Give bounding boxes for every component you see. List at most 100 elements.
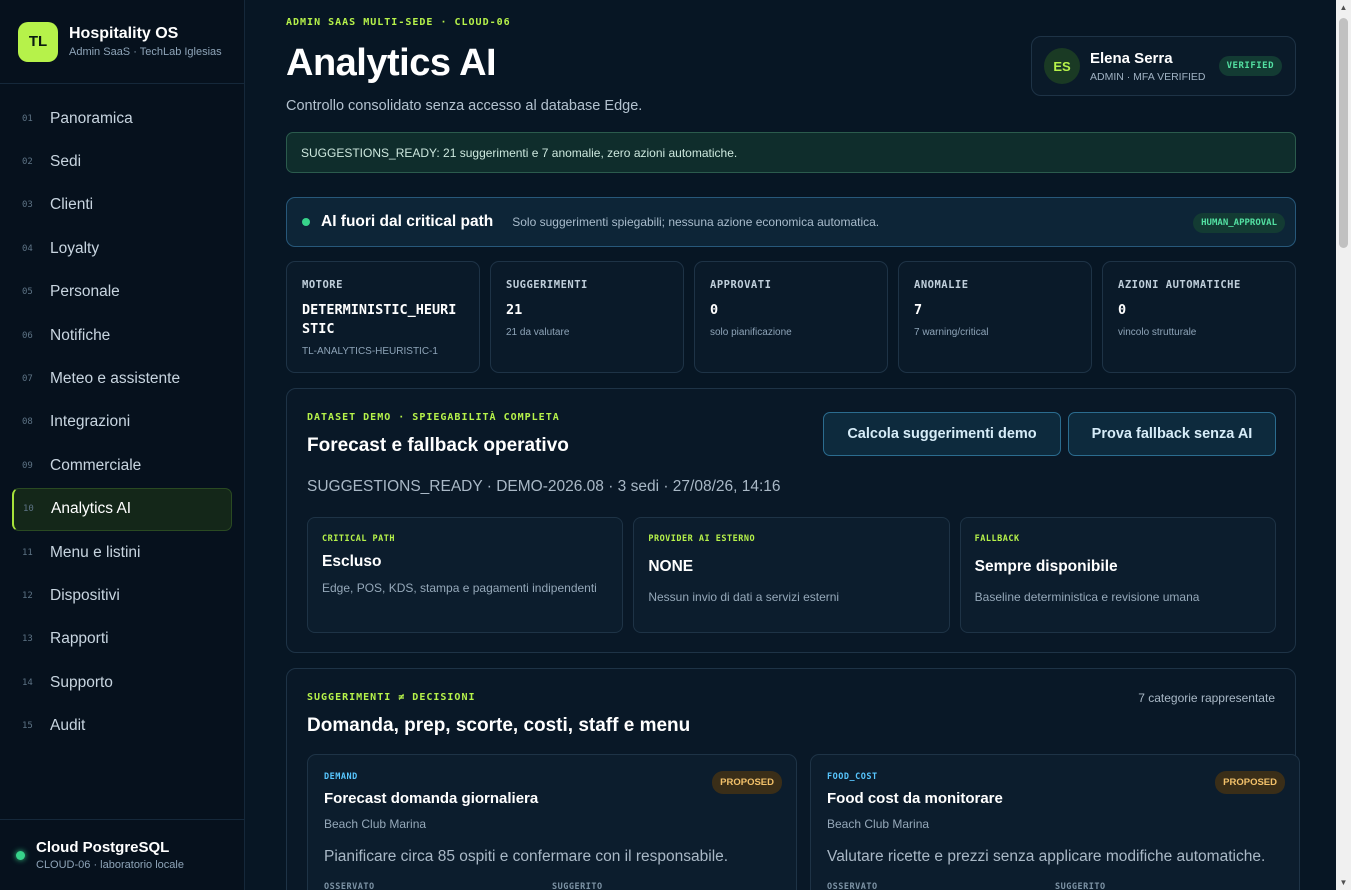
- nav-number: 07: [22, 374, 33, 385]
- avatar: ES: [1044, 48, 1080, 84]
- kpi-hint: 21 da valutare: [506, 327, 570, 338]
- brand: TL Hospitality OS Admin SaaS · TechLab I…: [0, 0, 244, 84]
- sidebar-item-label: Meteo e assistente: [50, 370, 181, 388]
- sidebar-item-personale[interactable]: 05 Personale: [12, 271, 232, 314]
- kpi-card-suggerimenti: SUGGERIMENTI 21 21 da valutare: [490, 261, 684, 373]
- kpi-value: 21: [506, 302, 523, 318]
- sidebar-item-label: Audit: [50, 717, 86, 735]
- sidebar-item-dispositivi[interactable]: 12 Dispositivi: [12, 574, 232, 617]
- suggestion-description: Valutare ricette e prezzi senza applicar…: [827, 848, 1266, 865]
- observed-label: OSSERVATO: [827, 882, 878, 890]
- calculate-suggestions-button[interactable]: Calcola suggerimenti demo: [823, 412, 1061, 456]
- verified-badge: VERIFIED: [1218, 56, 1282, 76]
- dataset-panel: DATASET DEMO · SPIEGABILITÀ COMPLETA For…: [286, 388, 1296, 653]
- suggestion-card[interactable]: FOOD_COST PROPOSED Food cost da monitora…: [810, 754, 1300, 890]
- kpi-label: APPROVATI: [710, 279, 772, 291]
- nav-number: 15: [22, 721, 33, 732]
- card-value: Escluso: [322, 553, 382, 570]
- scroll-down-icon[interactable]: ▼: [1336, 875, 1351, 890]
- suggestion-site: Beach Club Marina: [827, 817, 930, 831]
- observed-label: OSSERVATO: [324, 882, 375, 890]
- kpi-row: MOTORE DETERMINISTIC_HEURISTIC TL-ANALYT…: [286, 261, 1296, 373]
- scrollbar-thumb[interactable]: [1339, 18, 1348, 248]
- nav-number: 09: [22, 460, 33, 471]
- user-card[interactable]: ES Elena Serra ADMIN · MFA VERIFIED VERI…: [1031, 36, 1296, 96]
- status-dot-icon: [16, 850, 25, 860]
- kpi-card-azioni-automatiche: AZIONI AUTOMATICHE 0 vincolo strutturale: [1102, 261, 1296, 373]
- kpi-hint: vincolo strutturale: [1118, 327, 1197, 338]
- fallback-card: FALLBACK Sempre disponibile Baseline det…: [959, 517, 1276, 633]
- nav-number: 03: [22, 200, 33, 211]
- sidebar-item-meteo[interactable]: 07 Meteo e assistente: [12, 357, 232, 400]
- sidebar-item-analytics-ai[interactable]: 10 Analytics AI: [12, 487, 232, 531]
- brand-logo: TL: [18, 21, 58, 62]
- sidebar-item-label: Integrazioni: [50, 413, 131, 431]
- sidebar-item-rapporti[interactable]: 13 Rapporti: [12, 618, 232, 661]
- suggestion-site: Beach Club Marina: [324, 817, 427, 831]
- page-eyebrow: ADMIN SAAS MULTI-SEDE · CLOUD-06: [286, 17, 511, 28]
- sidebar-item-loyalty[interactable]: 04 Loyalty: [12, 227, 232, 270]
- dataset-title: Forecast e fallback operativo: [307, 435, 569, 456]
- kpi-label: AZIONI AUTOMATICHE: [1118, 279, 1241, 291]
- sidebar-item-commerciale[interactable]: 09 Commerciale: [12, 444, 232, 487]
- status-badge: PROPOSED: [712, 771, 782, 794]
- sidebar-item-clienti[interactable]: 03 Clienti: [12, 184, 232, 227]
- footer-subtitle: CLOUD-06 · laboratorio locale: [36, 859, 184, 871]
- brand-title: Hospitality OS: [69, 25, 179, 42]
- nav-number: 10: [23, 504, 34, 515]
- vertical-scrollbar[interactable]: ▲ ▼: [1336, 0, 1351, 890]
- sidebar-item-label: Clienti: [50, 196, 94, 214]
- sidebar-item-label: Panoramica: [50, 109, 133, 127]
- sidebar-item-label: Loyalty: [50, 239, 100, 257]
- kpi-hint: solo pianificazione: [710, 327, 792, 338]
- sidebar-item-label: Analytics AI: [51, 500, 132, 518]
- status-badge: PROPOSED: [1215, 771, 1285, 794]
- ai-banner: AI fuori dal critical path Solo suggerim…: [286, 197, 1296, 247]
- status-dot-icon: [302, 218, 310, 226]
- dataset-eyebrow: DATASET DEMO · SPIEGABILITÀ COMPLETA: [307, 412, 560, 423]
- suggestion-card[interactable]: DEMAND PROPOSED Forecast domanda giornal…: [307, 754, 797, 890]
- card-description: Nessun invio di dati a servizi esterni: [648, 590, 840, 604]
- sidebar: TL Hospitality OS Admin SaaS · TechLab I…: [0, 0, 245, 890]
- provider-card: PROVIDER AI ESTERNO NONE Nessun invio di…: [633, 517, 950, 633]
- kpi-value: DETERMINISTIC_HEURISTIC: [302, 302, 457, 337]
- sidebar-item-menu[interactable]: 11 Menu e listini: [12, 531, 232, 574]
- sidebar-item-notifiche[interactable]: 06 Notifiche: [12, 314, 232, 357]
- suggestions-panel: SUGGERIMENTI ≠ DECISIONI Domanda, prep, …: [286, 668, 1300, 890]
- try-fallback-button[interactable]: Prova fallback senza AI: [1068, 412, 1276, 456]
- kpi-hint: TL-ANALYTICS-HEURISTIC-1: [302, 346, 438, 357]
- sidebar-item-integrazioni[interactable]: 08 Integrazioni: [12, 401, 232, 444]
- kpi-hint: 7 warning/critical: [914, 327, 989, 338]
- suggestion-columns: OSSERVATO SUGGERITO: [324, 882, 780, 890]
- nav-number: 13: [22, 634, 33, 645]
- footer-title: Cloud PostgreSQL: [36, 839, 170, 856]
- kpi-label: SUGGERIMENTI: [506, 279, 588, 291]
- kpi-value: 0: [1118, 302, 1127, 318]
- sidebar-item-panoramica[interactable]: 01 Panoramica: [12, 97, 232, 140]
- nav-number: 08: [22, 417, 33, 428]
- user-name: Elena Serra: [1090, 49, 1173, 67]
- user-role: ADMIN · MFA VERIFIED: [1090, 70, 1206, 83]
- suggestions-eyebrow: SUGGERIMENTI ≠ DECISIONI: [307, 692, 476, 703]
- nav-number: 11: [22, 547, 33, 558]
- main-content: ADMIN SAAS MULTI-SEDE · CLOUD-06 Analyti…: [286, 0, 1300, 890]
- suggestion-title: Forecast domanda giornaliera: [324, 790, 539, 807]
- status-alert: SUGGESTIONS_READY: 21 suggerimenti e 7 a…: [286, 132, 1296, 173]
- card-value: NONE: [648, 558, 694, 575]
- sidebar-item-label: Notifiche: [50, 326, 111, 344]
- critical-path-card: CRITICAL PATH Escluso Edge, POS, KDS, st…: [307, 517, 624, 633]
- card-label: FALLBACK: [974, 534, 1020, 544]
- brand-subtitle: Admin SaaS · TechLab Iglesias: [69, 46, 222, 58]
- dataset-cards: CRITICAL PATH Escluso Edge, POS, KDS, st…: [307, 517, 1276, 633]
- sidebar-item-audit[interactable]: 15 Audit: [12, 704, 232, 747]
- suggestion-columns: OSSERVATO SUGGERITO: [827, 882, 1283, 890]
- scroll-up-icon[interactable]: ▲: [1336, 0, 1351, 15]
- connection-status: Cloud PostgreSQL CLOUD-06 · laboratorio …: [0, 819, 244, 890]
- kpi-value: 0: [710, 302, 719, 318]
- sidebar-item-label: Commerciale: [50, 456, 142, 474]
- sidebar-item-supporto[interactable]: 14 Supporto: [12, 661, 232, 704]
- sidebar-item-sedi[interactable]: 02 Sedi: [12, 140, 232, 183]
- kpi-label: ANOMALIE: [914, 279, 969, 291]
- dataset-status: SUGGESTIONS_READY · DEMO-2026.08 · 3 sed…: [307, 478, 781, 495]
- page-title: Analytics AI: [286, 42, 497, 84]
